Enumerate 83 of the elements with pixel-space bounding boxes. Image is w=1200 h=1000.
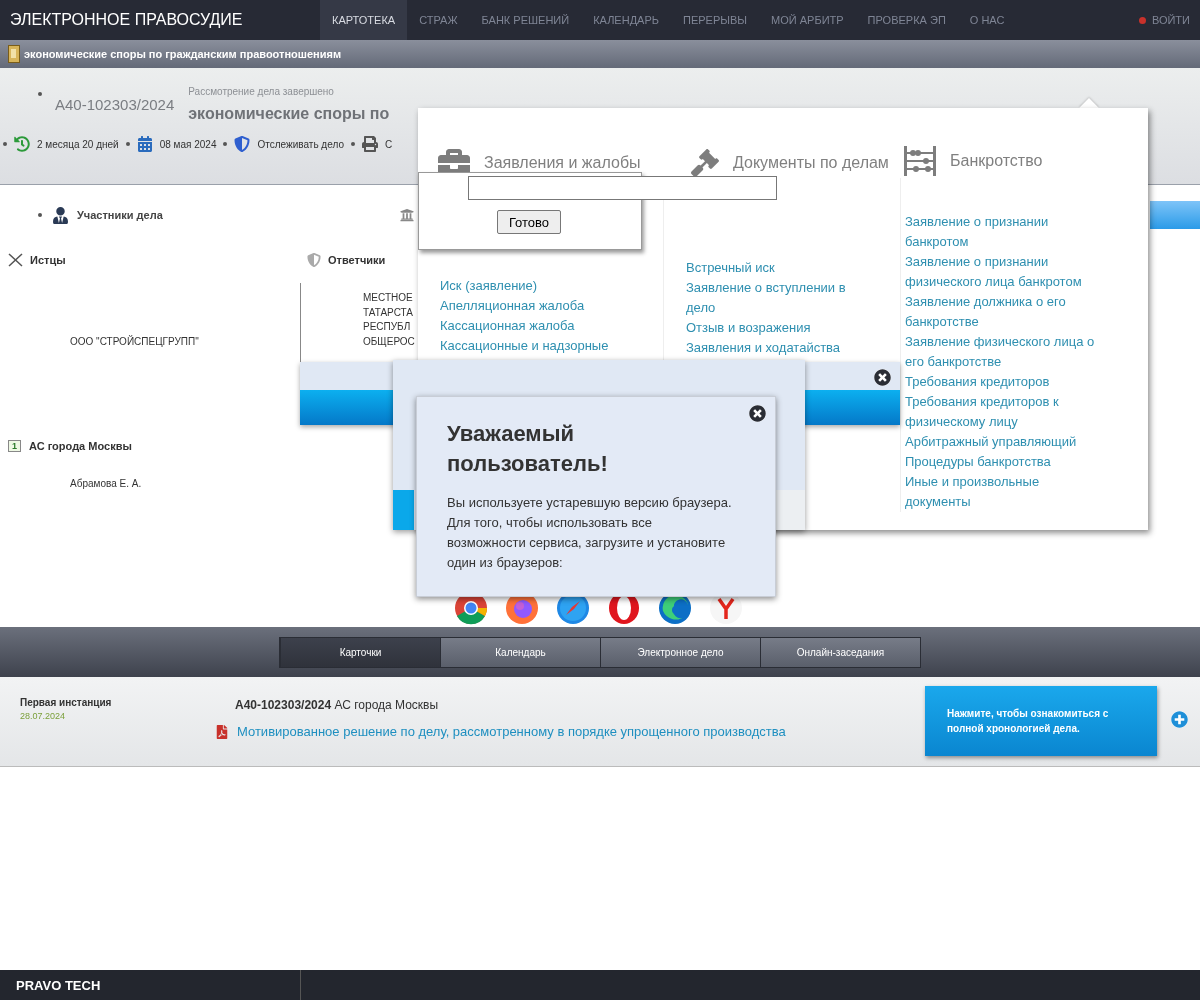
menu-link[interactable]: Кассационная жалоба (440, 316, 575, 336)
defendant-name: ТАТАРСТА (363, 305, 414, 320)
view-tab[interactable]: Онлайн-заседания (760, 637, 920, 667)
menu-link[interactable]: Иные и произвольные документы (905, 472, 1105, 512)
instance-badge: 1 (8, 440, 21, 452)
menu-heading: Заявления и жалобы (484, 154, 641, 172)
done-button[interactable]: Готово (497, 210, 561, 234)
judge-name: Абрамова Е. А. (70, 478, 142, 489)
header-bar (1150, 201, 1200, 229)
person-icon (52, 206, 69, 224)
menu-link[interactable]: Иск (заявление) (440, 276, 538, 296)
bank-icon (400, 208, 414, 222)
defendant-name: ОБЩЕРОС (363, 334, 415, 349)
menu-link[interactable]: Заявление о признании банкротом (905, 212, 1105, 252)
defendant-name: РЕСПУБЛ (363, 320, 412, 334)
section-title: Участники дела (77, 209, 163, 221)
menu-link[interactable]: Требования кредиторов к физическому лицу (905, 392, 1105, 432)
bullet (223, 142, 228, 146)
nav-tab[interactable]: ПЕРЕРЫВЫ (671, 0, 760, 40)
bullet (38, 213, 42, 217)
case-status: Рассмотрение дела завершено (188, 86, 335, 97)
dialog-text: Вы используете устаревшую версию браузера. Для того, чтобы использовать все возможности сервиса, загрузите и установите один из браузеров: (447, 494, 732, 572)
case-title: экономические споры по (188, 105, 390, 123)
close-icon[interactable] (749, 405, 766, 422)
plus-icon[interactable] (1171, 711, 1188, 728)
login-link[interactable]: ВОЙТИ (1151, 14, 1190, 26)
menu-link[interactable]: Отзыв и возражения (686, 318, 811, 338)
view-tab[interactable]: Календарь (440, 637, 600, 667)
menu-link[interactable]: Заявление о признании физического лица банкротом (905, 252, 1105, 292)
nav-tab[interactable]: КАРТОТЕКА (320, 0, 408, 40)
menu-link[interactable]: Заявление физического лица о его банкротстве (905, 332, 1105, 372)
menu-heading: Банкротство (950, 152, 1043, 170)
court-name: АС города Москвы (29, 440, 132, 452)
bullet (3, 142, 7, 146)
case-number: А40-102303/2024 (55, 96, 175, 113)
instance-title: Первая инстанция (20, 697, 113, 708)
nav-tab[interactable]: МОЙ АРБИТР (759, 0, 856, 40)
nav-tab[interactable]: СТРАЖ (407, 0, 470, 40)
folder-icon (8, 45, 20, 63)
defendant-name: МЕСТНОЕ (363, 291, 414, 305)
menu-link[interactable]: Заявление должника о его банкротстве (905, 292, 1105, 332)
column-title: Ответчики (328, 254, 386, 266)
history-hint[interactable]: Нажмите, чтобы ознакомиться с полной хронологией дела. (925, 686, 1157, 756)
nav-tab[interactable]: КАЛЕНДАРЬ (581, 0, 671, 40)
shield-icon (307, 253, 321, 267)
printer-icon[interactable] (361, 136, 378, 152)
plaintiff-name: ООО "СТРОЙСПЕЦГРУПП" (70, 336, 199, 347)
menu-heading: Документы по делам (733, 154, 889, 172)
menu-link[interactable]: Требования кредиторов (905, 372, 1050, 392)
bullet (350, 142, 355, 146)
case-meta: 08 мая 2024 (159, 138, 217, 150)
case-meta[interactable]: Отслеживать дело (257, 138, 344, 150)
bullet (125, 142, 130, 146)
info-shield-icon[interactable] (234, 136, 251, 152)
view-tab[interactable]: Электронное дело (600, 637, 760, 667)
document-link[interactable]: Мотивированное решение по делу, рассмотренному в порядке упрощенного производства (237, 724, 786, 739)
instance-heading: А40-102303/2024 АС города Москвы (234, 698, 440, 712)
input-field[interactable] (468, 176, 777, 200)
nav-tab[interactable]: БАНК РЕШЕНИЙ (469, 0, 582, 40)
clock-icon (14, 136, 30, 152)
case-meta: С (384, 138, 393, 150)
view-tab[interactable]: Карточки (280, 637, 440, 667)
dialog-title: Уважаемый пользователь! (447, 420, 609, 478)
site-title[interactable]: ЭЛЕКТРОННОЕ ПРАВОСУДИЕ (0, 11, 320, 29)
status-dot (1138, 16, 1146, 24)
nav-tab[interactable]: ПРОВЕРКА ЭП (855, 0, 958, 40)
menu-link[interactable]: Кассационные и надзорные (440, 336, 609, 356)
nav-tab[interactable]: О НАС (957, 0, 1017, 40)
menu-link[interactable]: Заявления и ходатайства (686, 338, 841, 358)
menu-link[interactable]: Арбитражный управляющий (905, 432, 1077, 452)
menu-link[interactable]: Встречный иск (686, 258, 775, 278)
menu-link[interactable]: Апелляционная жалоба (440, 296, 585, 316)
category-title: экономические споры по гражданским правоотношениям (24, 48, 342, 60)
bullet (38, 92, 42, 96)
gavel-icon (691, 149, 719, 177)
instance-date: 28.07.2024 (20, 711, 67, 721)
abacus-icon (904, 146, 936, 176)
case-meta: 2 месяца 20 дней (37, 138, 119, 150)
calendar-icon (136, 136, 153, 152)
menu-link[interactable]: Заявление о вступлении в дело (686, 278, 858, 318)
menu-link[interactable]: Процедуры банкротства (905, 452, 1051, 472)
column-title: Истцы (30, 254, 66, 266)
pdf-icon (215, 724, 229, 739)
